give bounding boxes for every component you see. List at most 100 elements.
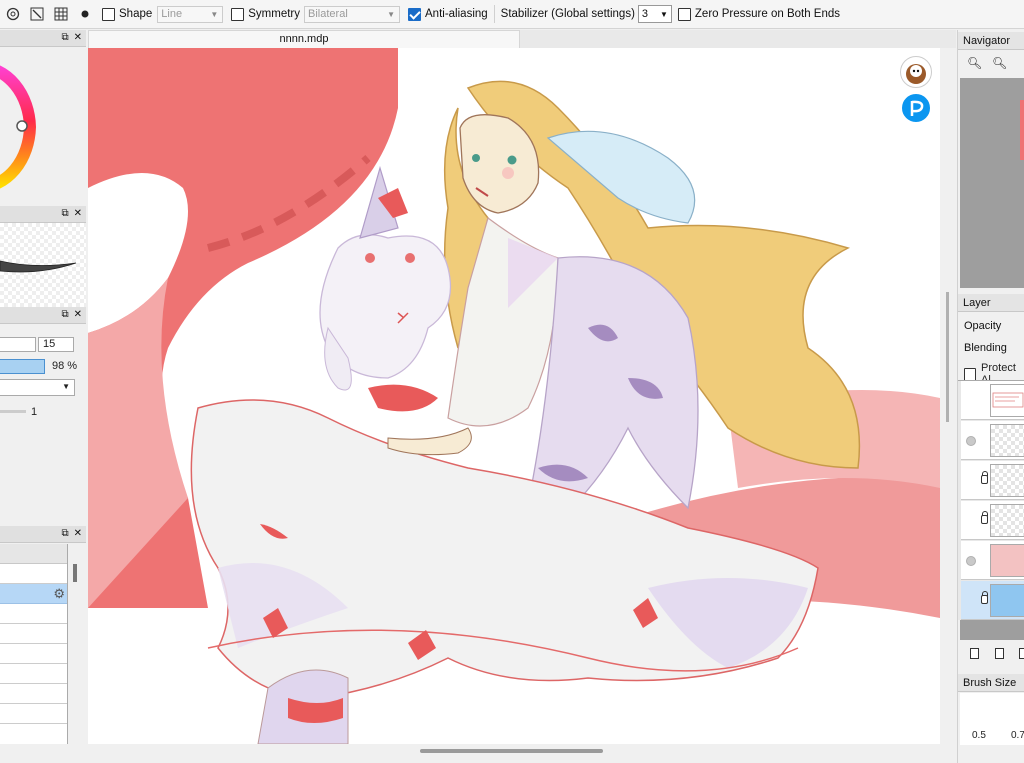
brush-type-select[interactable]: ▼ [0,379,75,396]
document-tab[interactable]: nnnn.mdp [88,30,520,48]
layer-opacity-label: Opacity [964,320,1002,332]
layer-row[interactable] [961,421,1024,460]
list-item[interactable] [0,564,67,584]
copy-layer-icon[interactable] [995,648,1004,659]
color-picker-handle [16,120,28,132]
float-panel-icon[interactable]: ⧉ [61,310,68,320]
close-panel-icon[interactable]: ✕ [74,529,82,539]
shape-checkbox[interactable] [102,7,115,21]
antialias-checkbox[interactable] [408,7,422,21]
layer-row-selected[interactable] [961,581,1024,620]
zoom-out-icon[interactable]: 🔍︎ [992,56,1007,70]
zoom-in-icon[interactable]: 🔍︎ [967,56,982,70]
lock-icon[interactable] [981,591,988,604]
panel-splitter[interactable] [946,292,949,422]
layer-row[interactable] [961,461,1024,500]
horizontal-scrollbar[interactable] [88,744,956,763]
symmetry-toggle[interactable]: Symmetry [231,7,301,21]
list-item[interactable] [0,664,67,684]
pixiv-icon[interactable] [900,92,932,124]
list-item[interactable] [0,624,67,644]
visibility-icon[interactable] [966,436,976,446]
layer-thumbnail [990,464,1024,497]
snap-circle-icon[interactable] [2,3,24,25]
brush-size-slider[interactable] [0,337,36,352]
stabilizer-label: Stabilizer (Global settings) [500,8,635,20]
shape-toggle[interactable]: Shape [102,7,152,21]
navigator-title: Navigator [958,32,1024,50]
opacity-slider[interactable] [0,359,45,374]
top-toolbar: Shape Line ▼ Symmetry Bilateral ▼ Anti-a… [0,0,1024,29]
stabilizer-group: Stabilizer (Global settings) [501,8,635,20]
layer-row[interactable] [961,541,1024,580]
antialias-toggle[interactable]: Anti-aliasing [408,7,488,21]
brush-size-input[interactable]: 15 [38,337,74,352]
lock-icon[interactable] [981,471,988,484]
right-panels: Navigator 🔍︎ 🔍︎ Layer Opacity Blending P… [946,30,1024,763]
app-window: Shape Line ▼ Symmetry Bilateral ▼ Anti-a… [0,0,1024,763]
stabilizer-select-value: 3 [641,8,649,20]
layer-thumbnail [990,384,1024,417]
close-panel-icon[interactable]: ✕ [74,33,82,43]
list-item[interactable] [0,644,67,664]
brush-size-panel-title: Brush Size [958,674,1024,692]
symmetry-select-value: Bilateral [308,8,348,20]
zero-pressure-label: Zero Pressure on Both Ends [694,8,841,20]
float-panel-icon[interactable]: ⧉ [61,529,68,539]
chevron-down-icon: ▼ [62,382,70,391]
snap-grid-icon[interactable] [50,3,72,25]
brush-size-preset[interactable]: 0.5 [972,730,986,741]
layer-blending-label: Blending [964,342,1007,354]
layer-folder-icon[interactable] [1019,648,1024,659]
symmetry-select[interactable]: Bilateral ▼ [304,5,401,23]
brush-stroke-preview [0,223,86,307]
color-wheel[interactable] [0,47,86,205]
chevron-down-icon: ▼ [210,9,219,19]
layer-list-footer [960,620,1024,640]
zero-pressure-checkbox[interactable] [677,7,691,21]
toolbar-divider [493,5,495,23]
layer-thumbnail [990,424,1024,457]
drawing-canvas[interactable] [88,48,940,744]
layer-thumbnail [990,544,1024,577]
gear-icon[interactable]: ⚙ [53,586,65,602]
zero-pressure-toggle[interactable]: Zero Pressure on Both Ends [677,7,841,21]
float-panel-icon[interactable]: ⧉ [61,33,68,43]
avatar[interactable] [900,56,932,88]
left-panels: ⧉ ✕ ⧉ ✕ ⧉ ✕ 15 98 % ▼ 1 ⧉ ✕ ⚙ [0,30,86,763]
list-item[interactable] [0,604,67,624]
symmetry-label: Symmetry [248,8,301,20]
brush-size-preset[interactable]: 0.7 [1011,730,1024,741]
antialias-label: Anti-aliasing [425,8,488,20]
snap-line-icon[interactable] [26,3,48,25]
chevron-down-icon: ▼ [659,9,668,19]
snap-off-icon[interactable] [74,3,96,25]
navigator-preview[interactable] [960,78,1024,288]
brush-list-scrollbar[interactable] [73,564,77,582]
symmetry-checkbox[interactable] [231,7,245,21]
list-item[interactable] [0,704,67,724]
protect-alpha-checkbox[interactable] [964,367,977,381]
layer-thumbnail [990,584,1024,617]
extra-slider-track[interactable] [0,410,26,413]
list-item[interactable] [0,684,67,704]
color-wheel-panel-title: ⧉ ✕ [0,30,86,47]
shape-select-value: Line [161,8,183,20]
layer-thumbnail [990,504,1024,537]
close-panel-icon[interactable]: ✕ [74,209,82,219]
new-layer-icon[interactable] [970,648,979,659]
brush-list-panel-title: ⧉ ✕ [0,526,86,543]
close-panel-icon[interactable]: ✕ [74,310,82,320]
visibility-icon[interactable] [966,556,976,566]
float-panel-icon[interactable]: ⧉ [61,209,68,219]
stabilizer-select[interactable]: 3 ▼ [637,5,672,23]
layer-panel-title: Layer [958,294,1024,312]
brush-preview-panel-title: ⧉ ✕ [0,206,86,223]
layer-row[interactable] [961,501,1024,540]
navigator-thumbnail [1020,100,1024,160]
shape-select[interactable]: Line ▼ [157,5,224,23]
scrollbar-thumb[interactable] [420,749,603,753]
lock-icon[interactable] [981,511,988,524]
layer-row[interactable] [961,381,1024,420]
list-item-selected[interactable]: ⚙ [0,584,67,604]
